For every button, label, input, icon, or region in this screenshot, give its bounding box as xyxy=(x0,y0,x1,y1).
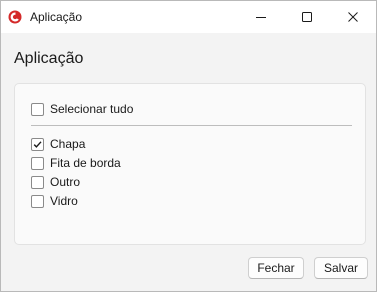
checkbox-vidro[interactable]: Vidro xyxy=(31,193,78,209)
minimize-button[interactable] xyxy=(238,1,284,33)
checkbox-outro[interactable]: Outro xyxy=(31,174,80,190)
page-title: Aplicação xyxy=(14,50,84,67)
checkbox-chapa[interactable]: Chapa xyxy=(31,136,85,152)
select-all-checkbox-box[interactable] xyxy=(31,102,44,116)
select-all-label: Selecionar tudo xyxy=(50,102,134,116)
checkbox-fita-de-borda-box[interactable] xyxy=(31,156,44,170)
minimize-icon xyxy=(256,17,266,18)
checkbox-outro-box[interactable] xyxy=(31,175,44,189)
selection-panel: Selecionar tudo Chapa Fita de borda Outr… xyxy=(14,83,366,245)
title-bar[interactable]: Aplicação xyxy=(1,1,376,33)
checkbox-outro-label: Outro xyxy=(50,175,81,189)
checkmark-icon xyxy=(33,140,42,148)
checkbox-fita-de-borda-label: Fita de borda xyxy=(50,156,121,170)
app-logo-icon xyxy=(8,10,22,24)
maximize-icon xyxy=(302,12,312,22)
select-all-checkbox[interactable]: Selecionar tudo xyxy=(31,101,133,117)
maximize-button[interactable] xyxy=(284,1,330,33)
close-icon xyxy=(348,12,358,22)
close-button[interactable] xyxy=(330,1,376,33)
window-title: Aplicação xyxy=(30,10,83,24)
checkbox-fita-de-borda[interactable]: Fita de borda xyxy=(31,155,121,171)
checkbox-vidro-label: Vidro xyxy=(50,194,78,208)
close-dialog-button[interactable]: Fechar xyxy=(248,257,304,279)
checkbox-chapa-label: Chapa xyxy=(50,137,86,151)
checkbox-vidro-box[interactable] xyxy=(31,194,44,208)
dialog-window: Aplicação Aplicação Selecionar tudo Chap… xyxy=(0,0,377,292)
divider xyxy=(31,125,352,126)
save-button[interactable]: Salvar xyxy=(314,257,368,279)
checkbox-chapa-box[interactable] xyxy=(31,137,44,151)
